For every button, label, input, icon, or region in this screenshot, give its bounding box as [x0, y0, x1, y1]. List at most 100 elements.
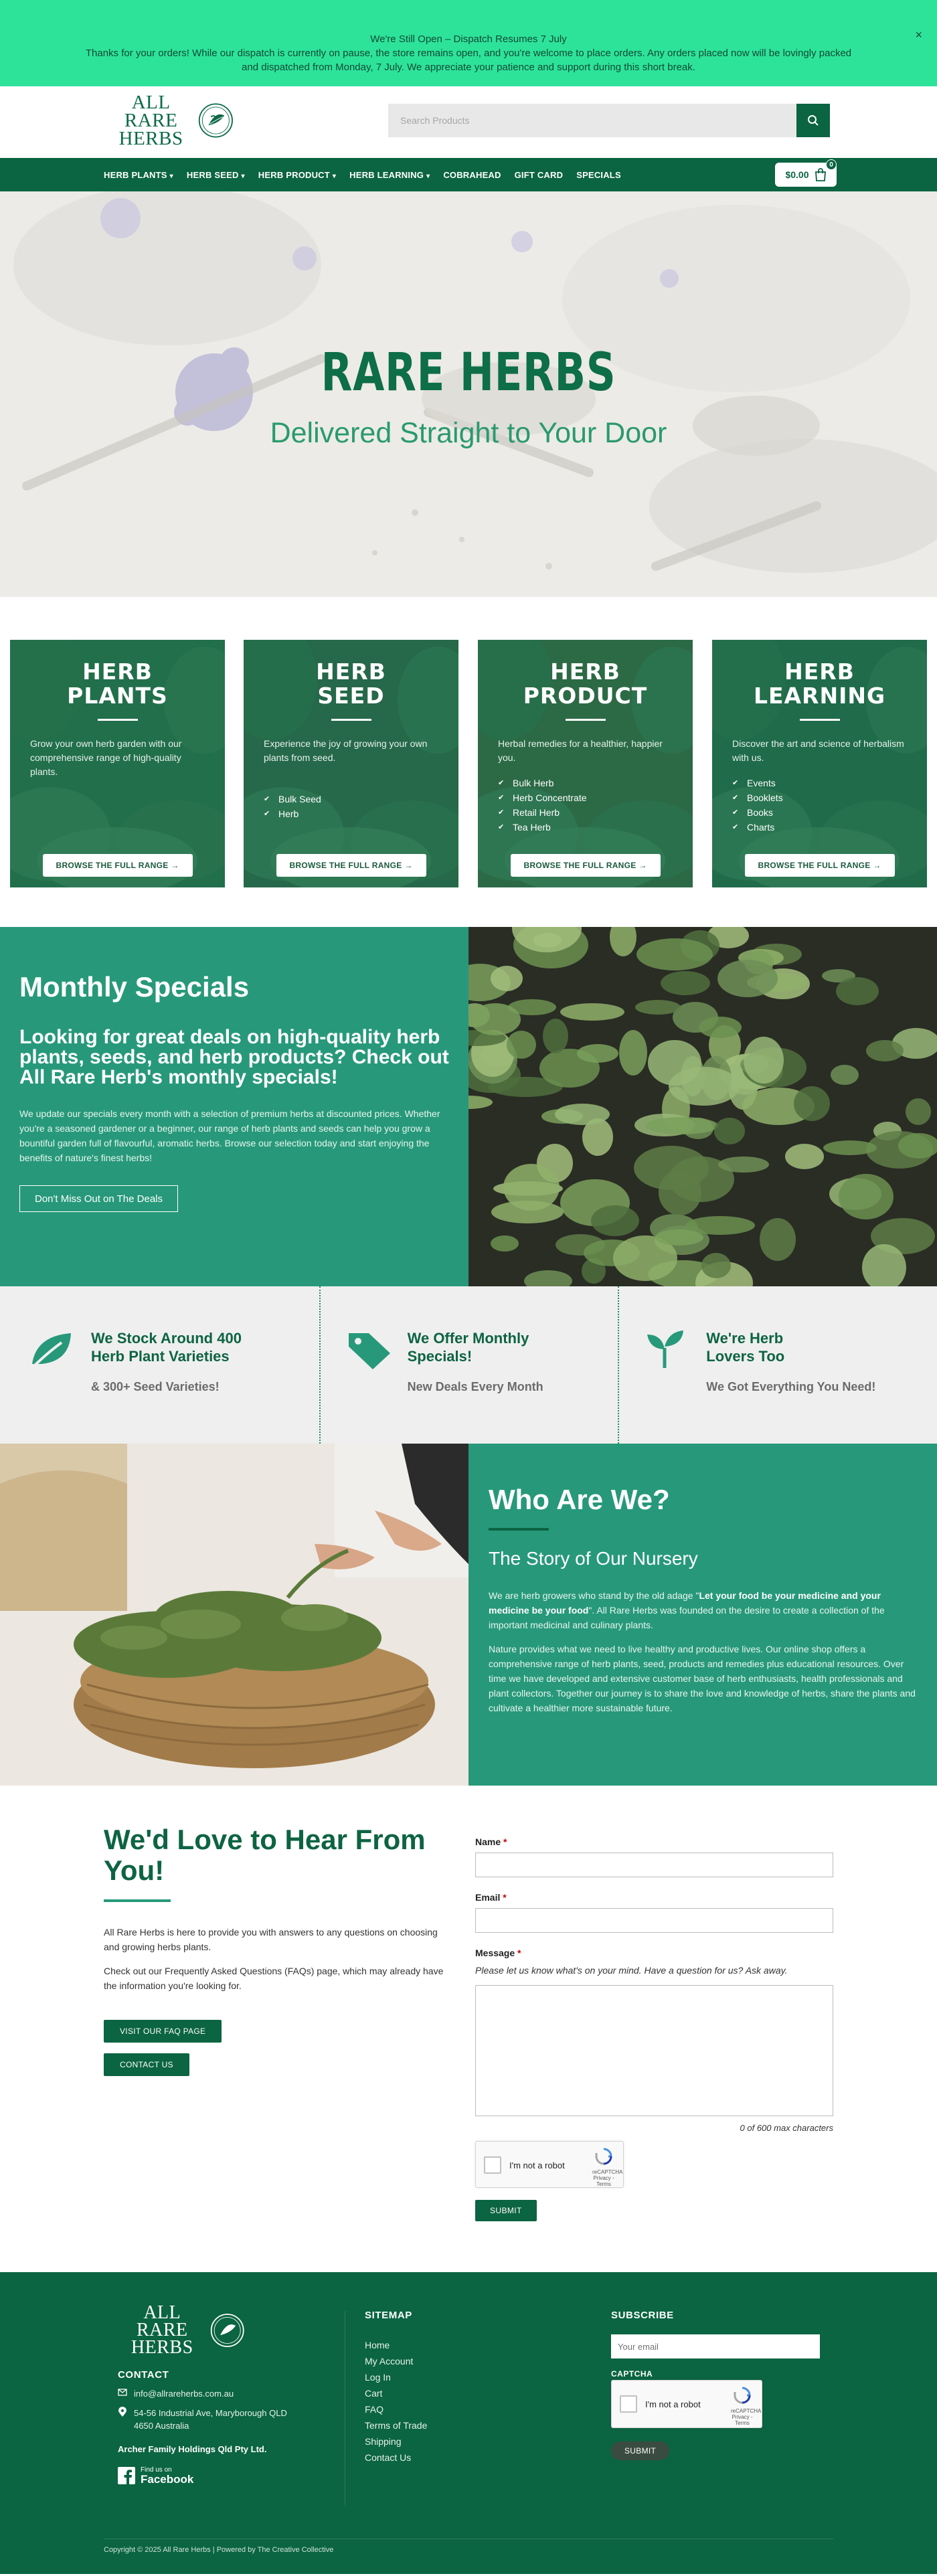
facebook-icon	[118, 2467, 135, 2484]
email-field[interactable]	[475, 1908, 833, 1933]
card-subcategory-list: EventsBookletsBooksCharts	[732, 776, 907, 835]
subscribe-heading: SUBSCRIBE	[611, 2310, 674, 2321]
sitemap-link[interactable]: Shipping	[365, 2433, 427, 2450]
subscribe-email-input[interactable]	[611, 2334, 820, 2358]
sitemap-link[interactable]: Terms of Trade	[365, 2417, 427, 2433]
subscribe-submit-button[interactable]: SUBMIT	[611, 2441, 670, 2460]
facebook-link[interactable]: Find us on Facebook	[118, 2466, 287, 2485]
site-logo[interactable]: ALL RARE HERBS	[107, 92, 234, 148]
herb-leaf-shape	[785, 1144, 824, 1169]
browse-range-button[interactable]: BROWSE THE FULL RANGE →	[744, 854, 895, 877]
sitemap-link[interactable]: Home	[365, 2337, 427, 2353]
close-icon[interactable]: ×	[915, 28, 922, 42]
message-label: Message *	[475, 1948, 833, 1958]
card-subcategory-link[interactable]: Bulk Seed	[264, 792, 438, 806]
card-subcategory-link[interactable]: Events	[732, 776, 907, 790]
about-paragraph-1: We are herb growers who stand by the old…	[489, 1588, 918, 1632]
footer-logo-line-2: HERBS	[131, 2337, 193, 2358]
leaf-icon	[29, 1329, 71, 1369]
herb-leaf-shape	[699, 1017, 742, 1038]
browse-range-button[interactable]: BROWSE THE FULL RANGE →	[510, 854, 661, 877]
contact-paragraph-1: All Rare Herbs is here to provide you wi…	[104, 1927, 438, 1952]
email-label-text: Email	[475, 1892, 501, 1903]
herb-leaf-shape	[560, 1003, 624, 1021]
footer-contact: CONTACT info@allrareherbs.com.au 54-56 I…	[118, 2369, 287, 2485]
nav-item-herb-product[interactable]: HERB PRODUCT ▾	[258, 170, 336, 180]
sitemap-link[interactable]: FAQ	[365, 2401, 427, 2417]
copyright: Copyright © 2025 All Rare Herbs | Powere…	[104, 2546, 334, 2554]
herb-leaf-shape	[839, 1174, 893, 1219]
faq-button[interactable]: VISIT OUR FAQ PAGE	[104, 2020, 222, 2043]
category-card-product: HERB PRODUCT Herbal remedies for a healthi…	[478, 640, 693, 887]
sitemap-link[interactable]: Cart	[365, 2385, 427, 2401]
browse-range-button[interactable]: BROWSE THE FULL RANGE →	[276, 854, 426, 877]
card-subcategory-link[interactable]: Retail Herb	[498, 805, 673, 820]
feature-1: We Stock Around 400 Herb Plant Varieties &…	[20, 1286, 319, 1444]
search-icon	[808, 115, 819, 126]
card-subcategory-link[interactable]: Tea Herb	[498, 820, 673, 835]
contact-us-button[interactable]: CONTACT US	[104, 2053, 189, 2076]
footer-sitemap: SITEMAP Home My Account Log In Cart FAQ Terms…	[365, 2310, 427, 2466]
card-subcategory-link[interactable]: Bulk Herb	[498, 776, 673, 790]
herb-leaf-shape	[701, 1253, 731, 1278]
footer-email[interactable]: info@allrareherbs.com.au	[118, 2387, 287, 2400]
card-title-line-2: PRODUCT	[523, 683, 648, 709]
nav-item-herb-learning[interactable]: HERB LEARNING ▾	[349, 170, 430, 180]
footer-logo-emblem-icon	[210, 2314, 244, 2347]
recaptcha-checkbox[interactable]	[484, 2156, 501, 2174]
subscribe-recaptcha-links[interactable]: Privacy - Terms	[731, 2414, 754, 2426]
card-divider	[799, 719, 840, 721]
recaptcha-icon	[734, 2387, 751, 2404]
category-card-learning: HERB LEARNING Discover the art and science…	[712, 640, 927, 887]
nav-item-herb-plants[interactable]: HERB PLANTS ▾	[104, 170, 173, 180]
card-description: Herbal remedies for a healthier, happier…	[498, 738, 663, 763]
feature-subtitle: We Got Everything You Need!	[706, 1380, 876, 1393]
herb-leaf-shape	[714, 1118, 745, 1144]
card-subcategory-link[interactable]: Booklets	[732, 790, 907, 805]
message-field[interactable]	[475, 1985, 833, 2116]
footer-logo[interactable]: ALL RARE HERBS	[118, 2304, 245, 2357]
nav-item-gift-card[interactable]: GIFT CARD	[515, 170, 564, 180]
recaptcha-links[interactable]: Privacy - Terms	[592, 2175, 615, 2187]
specials-herbs-image	[468, 927, 937, 1286]
card-title: HERB PLANTS	[30, 660, 205, 708]
footer-email-text: info@allrareherbs.com.au	[134, 2389, 234, 2399]
search-button[interactable]	[796, 104, 830, 137]
herb-leaf-shape	[619, 1030, 647, 1076]
nav-item-herb-seed[interactable]: HERB SEED ▾	[187, 170, 245, 180]
herb-leaf-shape	[794, 1086, 830, 1121]
subscribe-recaptcha-checkbox[interactable]	[620, 2395, 637, 2413]
name-label-text: Name	[475, 1836, 501, 1847]
card-subcategory-link[interactable]: Herb	[264, 806, 438, 821]
sitemap-link[interactable]: Contact Us	[365, 2450, 427, 2466]
card-subcategory-link[interactable]: Books	[732, 805, 907, 820]
submit-button[interactable]: SUBMIT	[475, 2200, 537, 2221]
search-input[interactable]	[388, 104, 796, 137]
sprout-icon	[645, 1329, 685, 1369]
cart-button[interactable]: $0.00 0	[775, 159, 837, 187]
sitemap-link[interactable]: Log In	[365, 2369, 427, 2385]
feature-subtitle: New Deals Every Month	[407, 1380, 543, 1393]
main-nav: HERB PLANTS ▾ HERB SEED ▾ HERB PRODUCT ▾ HERB …	[0, 158, 937, 191]
subscribe-recaptcha-widget: I'm not a robot reCAPTCHA Privacy - Term…	[611, 2380, 762, 2428]
nav-item-cobrahead[interactable]: COBRAHEAD	[443, 170, 501, 180]
sitemap-list: Home My Account Log In Cart FAQ Terms of Trad…	[365, 2337, 427, 2466]
specials-deals-button[interactable]: Don't Miss Out on The Deals	[19, 1185, 179, 1212]
nav-item-specials[interactable]: SPECIALS	[576, 170, 621, 180]
feature-3: We're Herb Lovers Too We Got Everything Yo…	[618, 1286, 917, 1444]
name-field[interactable]	[475, 1853, 833, 1877]
browse-range-button[interactable]: BROWSE THE FULL RANGE →	[42, 854, 193, 877]
site-footer: ALL RARE HERBS CONTACT info@allrareherbs…	[0, 2272, 937, 2574]
card-subcategory-link[interactable]: Herb Concentrate	[498, 790, 673, 805]
required-marker: *	[503, 1892, 507, 1903]
herb-basket-photo	[0, 1444, 468, 1786]
feature-title: We're Herb Lovers Too	[706, 1329, 784, 1365]
chevron-down-icon: ▾	[332, 172, 337, 180]
map-pin-icon	[118, 2407, 126, 2417]
specials-title: Monthly Specials	[19, 971, 250, 1003]
footer-company: Archer Family Holdings Qld Pty Ltd.	[118, 2444, 267, 2454]
cart-total: $0.00	[785, 169, 809, 180]
sitemap-link[interactable]: My Account	[365, 2353, 427, 2369]
card-subcategory-link[interactable]: Charts	[732, 820, 907, 835]
herb-leaf-shape	[661, 971, 710, 995]
